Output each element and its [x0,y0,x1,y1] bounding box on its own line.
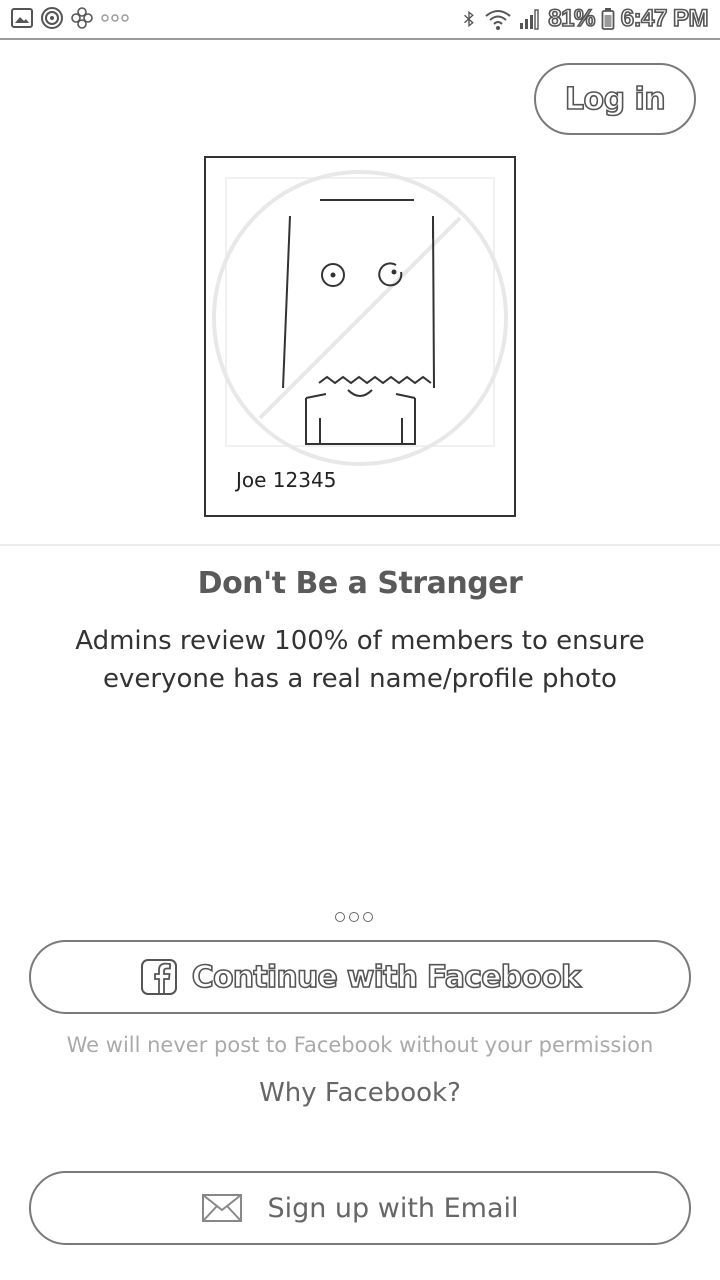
battery-icon [601,8,615,30]
card-name-label: Joe 12345 [236,468,337,492]
target-icon [41,7,63,29]
signal-icon [520,9,539,30]
profile-illustration: Joe 12345 [204,156,516,517]
wifi-icon [485,10,511,30]
sign-up-with-email-button[interactable]: Sign up with Email [29,1171,691,1245]
envelope-icon [202,1194,243,1222]
battery-percent: 81% [547,4,596,33]
facebook-permission-note: We will never post to Facebook without y… [66,1033,654,1057]
login-button[interactable]: Log in [534,63,696,135]
flower-icon [71,7,93,29]
facebook-button-label: Continue with Facebook [191,959,582,996]
facebook-icon [140,959,177,995]
description-text: Admins review 100% of members to ensure … [75,626,645,694]
photo-icon [11,8,33,28]
status-bar: 81% 6:47 PM [0,0,720,40]
why-facebook-link[interactable]: Why Facebook? [0,1078,720,1108]
headline: Don't Be a Stranger [197,566,523,601]
more-dots-icon [101,14,129,22]
clock: 6:47 PM [620,4,709,33]
no-bag-head-illustration [212,170,508,466]
email-button-label: Sign up with Email [267,1192,519,1224]
page-dot [349,912,359,922]
divider [0,544,720,546]
continue-with-facebook-button[interactable]: Continue with Facebook [29,940,691,1014]
bluetooth-icon [464,10,475,28]
page-dot [335,912,345,922]
page-dot [363,912,373,922]
page-indicator [335,912,373,922]
